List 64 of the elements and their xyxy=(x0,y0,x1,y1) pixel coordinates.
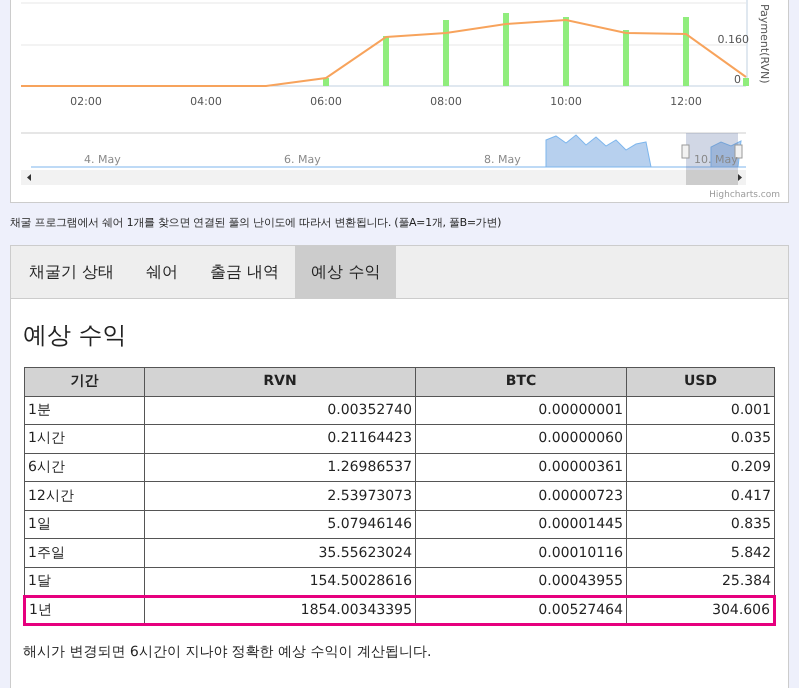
axis-label: 06:00 xyxy=(310,95,342,108)
table-cell: 0.00001445 xyxy=(416,510,626,539)
table-cell: 0.035 xyxy=(626,424,774,454)
table-cell: 1854.00343395 xyxy=(144,596,416,625)
navigator-label: 8. May xyxy=(484,153,521,166)
axis-label: 10:00 xyxy=(550,95,582,108)
table-cell: 0.001 xyxy=(626,396,774,425)
navigator-handle[interactable] xyxy=(682,144,690,158)
axis-label: 0.160 xyxy=(718,33,749,46)
table-cell: 0.00000001 xyxy=(416,396,626,425)
tab[interactable]: 예상 수익 xyxy=(295,246,396,298)
table-cell: 0.835 xyxy=(626,510,774,539)
column-header: USD xyxy=(626,367,774,396)
navigator-label: 4. May xyxy=(84,153,121,166)
table-cell: 1일 xyxy=(24,510,144,539)
table-cell: 0.209 xyxy=(626,453,774,482)
table-cell: 5.842 xyxy=(626,538,774,568)
scrollbar-thumb[interactable] xyxy=(686,170,738,185)
axis-label: 12:00 xyxy=(670,95,702,108)
tab[interactable]: 출금 내역 xyxy=(194,246,296,298)
table-cell: 6시간 xyxy=(24,453,144,482)
table-cell: 35.55623024 xyxy=(144,538,416,568)
table-cell: 1시간 xyxy=(24,424,144,454)
section-heading: 예상 수익 xyxy=(23,320,128,350)
chart-note: 채굴 프로그램에서 쉐어 1개를 찾으면 연결된 풀의 난이도에 따라서 변환됩니다. (풀A=1개, 풀B=가변) xyxy=(9,215,502,231)
axis-title: Payment(RVN) xyxy=(758,4,771,84)
table-cell: 12시간 xyxy=(24,482,144,510)
table-cell: 1년 xyxy=(24,596,144,625)
table-cell: 0.21164423 xyxy=(144,424,416,454)
chart-bar xyxy=(443,20,449,86)
axis-label: 08:00 xyxy=(430,95,462,108)
table-cell: 2.53973073 xyxy=(144,482,416,510)
navigator-label: 6. May xyxy=(284,153,321,166)
table-cell: 1달 xyxy=(24,568,144,596)
table-cell: 304.606 xyxy=(626,596,774,625)
column-header: BTC xyxy=(416,367,626,396)
tab[interactable]: 쉐어 xyxy=(130,246,194,298)
axis-label: 0 xyxy=(734,73,741,86)
scrollbar-track[interactable] xyxy=(21,170,746,185)
tab[interactable]: 채굴기 상태 xyxy=(13,246,130,298)
table-cell: 0.00527464 xyxy=(416,596,626,625)
column-header: RVN xyxy=(144,367,416,396)
axis-label: 02:00 xyxy=(70,95,102,108)
chart-bar xyxy=(623,30,629,86)
table-cell: 0.00000723 xyxy=(416,482,626,510)
table-cell: 5.07946146 xyxy=(144,510,416,539)
column-header: 기간 xyxy=(24,367,144,396)
table-cell: 1분 xyxy=(24,396,144,425)
table-cell: 0.00000361 xyxy=(416,453,626,482)
left-arrow-icon[interactable] xyxy=(27,174,31,181)
table-cell: 0.00000060 xyxy=(416,424,626,454)
table-cell: 0.00010116 xyxy=(416,538,626,568)
table-cell: 0.00352740 xyxy=(144,396,416,425)
table-cell: 1주일 xyxy=(24,538,144,568)
right-arrow-icon[interactable] xyxy=(738,174,742,181)
chart-bar xyxy=(563,17,569,86)
axis-label: 04:00 xyxy=(190,95,222,108)
chart-bar xyxy=(683,17,689,86)
footer-note: 해시가 변경되면 6시간이 지나야 정확한 예상 수익이 계산됩니다. xyxy=(23,643,433,662)
table-cell: 1.26986537 xyxy=(144,453,416,482)
navigator-label: 10. May xyxy=(694,153,738,166)
chart-bar xyxy=(743,78,749,86)
table-cell: 0.417 xyxy=(626,482,774,510)
chart-bar xyxy=(383,36,389,86)
